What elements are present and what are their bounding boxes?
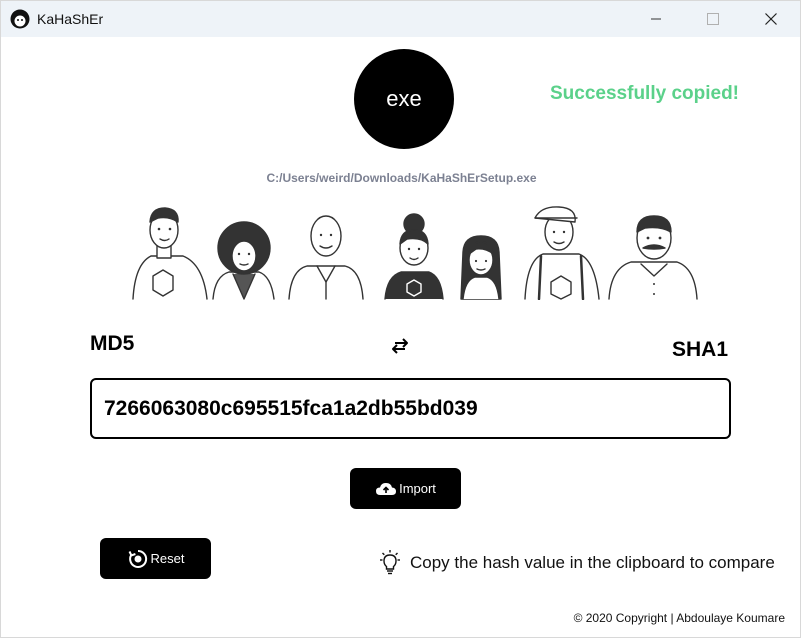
person-7-figure [608,215,698,300]
swap-arrows-icon[interactable] [390,337,410,355]
import-button-label: Import [399,481,436,496]
minimize-icon [651,18,661,20]
app-logo-icon [10,9,30,29]
maximize-icon [707,13,719,25]
window-title: KaHaShEr [37,11,104,27]
lightbulb-icon [380,550,400,575]
hash-value-field[interactable] [90,378,731,439]
person-5-figure [460,235,502,300]
person-6-figure [524,206,600,300]
person-2-figure [212,221,275,300]
reset-button-label: Reset [150,551,185,566]
person-3-figure [288,215,364,300]
algorithm-label-right: SHA1 [672,338,729,361]
maximize-button[interactable] [684,1,742,37]
tip: Copy the hash value in the clipboard to … [378,550,775,576]
reset-icon [128,549,147,568]
import-button[interactable]: Import [350,468,461,509]
file-type-label: exe [386,86,422,111]
file-path: C:/Users/weird/Downloads/KaHaShErSetup.e… [266,171,537,185]
close-button[interactable] [742,1,800,37]
person-1-figure [132,207,208,300]
file-type-badge: exe [354,49,454,149]
status-message: Successfully copied! [550,83,740,104]
person-4-figure [384,213,444,300]
cloud-upload-icon [376,482,397,495]
close-icon [765,13,777,25]
algorithm-label-left: MD5 [90,332,135,355]
app-window: KaHaShEr exe Successfully copied! C:/Use… [0,0,801,638]
title-bar: KaHaShEr [1,1,800,37]
reset-button[interactable]: Reset [100,538,211,579]
tip-text: Copy the hash value in the clipboard to … [410,553,775,572]
minimize-button[interactable] [627,1,685,37]
copyright-text: © 2020 Copyright | Abdoulaye Koumare [573,611,785,625]
people-group-illustration [132,206,698,300]
